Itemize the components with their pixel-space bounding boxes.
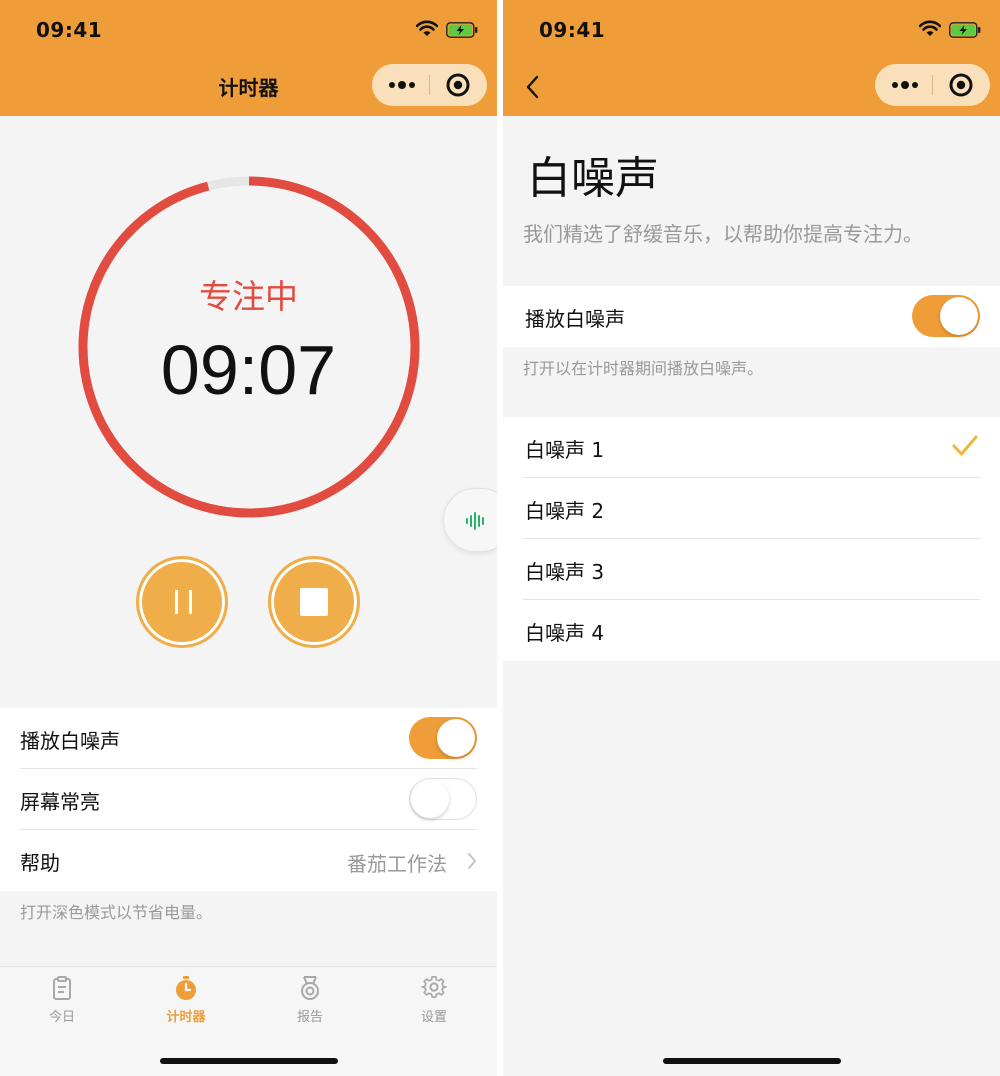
- mini-program-capsule: [875, 64, 990, 106]
- white-noise-switch[interactable]: [409, 717, 477, 759]
- gear-icon: [421, 976, 447, 998]
- stop-button[interactable]: [268, 556, 360, 648]
- close-mini-program-icon[interactable]: [933, 64, 990, 106]
- sound-item-1[interactable]: 白噪声 1: [503, 417, 1000, 478]
- sound-list: 白噪声 1 白噪声 2 白噪声 3 白噪声 4: [503, 417, 1000, 661]
- sound-label: 白噪声 4: [525, 621, 605, 645]
- battery-charging-icon: [949, 22, 981, 38]
- status-time: 09:41: [539, 18, 606, 42]
- tab-settings[interactable]: 设置: [394, 975, 474, 1035]
- pause-icon: [189, 590, 192, 614]
- pause-button[interactable]: [136, 556, 228, 648]
- home-indicator: [160, 1058, 338, 1064]
- switch-knob: [411, 780, 449, 818]
- home-indicator: [663, 1058, 841, 1064]
- play-toggle-label: 播放白噪声: [525, 307, 625, 331]
- battery-charging-icon: [446, 22, 478, 38]
- switch-knob: [437, 719, 475, 757]
- wifi-icon: [919, 20, 941, 36]
- setting-row-help[interactable]: 帮助 番茄工作法: [0, 830, 497, 891]
- tab-label: 报告: [296, 1010, 323, 1025]
- setting-row-screen-on[interactable]: 屏幕常亮: [0, 769, 497, 830]
- play-toggle-group: 播放白噪声: [503, 286, 1000, 347]
- status-bar: 09:41: [0, 0, 497, 58]
- settings-footnote: 打开深色模式以节省电量。: [20, 903, 213, 922]
- back-chevron-icon[interactable]: [523, 73, 543, 101]
- status-time: 09:41: [36, 18, 103, 42]
- audio-wave-icon: [466, 512, 484, 530]
- medal-icon: [301, 976, 319, 1000]
- more-icon[interactable]: [875, 64, 932, 106]
- tab-label: 今日: [48, 1010, 75, 1025]
- status-bar: 09:41: [503, 0, 1000, 58]
- page-heading: 白噪声: [527, 153, 659, 204]
- settings-group: 播放白噪声 屏幕常亮 帮助 番茄工作法: [0, 708, 497, 891]
- navigation-bar: 计时器: [0, 58, 497, 116]
- wifi-icon: [416, 20, 438, 36]
- close-mini-program-icon[interactable]: [430, 64, 487, 106]
- tab-report[interactable]: 报告: [270, 975, 350, 1035]
- help-value: 番茄工作法: [347, 852, 447, 876]
- timer-screen: 09:41 计时器 专注中 09:07 播放白噪声 屏幕常亮 帮助 番茄工作法 …: [0, 0, 497, 1076]
- white-noise-screen: 09:41 白噪声 我们精选了舒缓音乐，以帮助你提高专注力。 播放白噪声 打开以…: [503, 0, 1000, 1076]
- screen-on-switch[interactable]: [409, 778, 477, 820]
- mini-program-capsule: [372, 64, 487, 106]
- sound-item-2[interactable]: 白噪声 2: [503, 478, 1000, 539]
- sound-label: 白噪声 2: [525, 499, 605, 523]
- setting-label: 播放白噪声: [20, 729, 120, 753]
- tab-timer[interactable]: 计时器: [146, 975, 226, 1035]
- setting-label: 屏幕常亮: [20, 790, 100, 814]
- pause-icon: [175, 590, 178, 614]
- timer-countdown: 09:07: [160, 331, 337, 409]
- setting-label: 帮助: [20, 851, 60, 875]
- checkmark-icon: [952, 435, 978, 456]
- clipboard-icon: [53, 976, 71, 1000]
- chevron-right-icon: [468, 853, 476, 869]
- play-white-noise-switch[interactable]: [912, 295, 980, 337]
- sound-label: 白噪声 3: [525, 560, 605, 584]
- tab-label: 计时器: [166, 1010, 206, 1025]
- page-subtitle: 我们精选了舒缓音乐，以帮助你提高专注力。: [523, 222, 923, 246]
- sound-item-3[interactable]: 白噪声 3: [503, 539, 1000, 600]
- more-icon[interactable]: [372, 64, 429, 106]
- sound-label: 白噪声 1: [525, 438, 605, 462]
- tab-label: 设置: [420, 1010, 447, 1025]
- sound-item-4[interactable]: 白噪声 4: [503, 600, 1000, 661]
- setting-row-white-noise[interactable]: 播放白噪声: [0, 708, 497, 769]
- play-footnote: 打开以在计时器期间播放白噪声。: [523, 359, 764, 378]
- switch-knob: [940, 297, 978, 335]
- floating-audio-button[interactable]: [443, 488, 497, 552]
- stop-icon: [300, 588, 328, 616]
- tab-today[interactable]: 今日: [22, 975, 102, 1035]
- stopwatch-icon: [176, 976, 196, 1000]
- play-white-noise-row[interactable]: 播放白噪声: [503, 286, 1000, 347]
- timer-status: 专注中: [199, 277, 298, 316]
- navigation-bar: [503, 58, 1000, 116]
